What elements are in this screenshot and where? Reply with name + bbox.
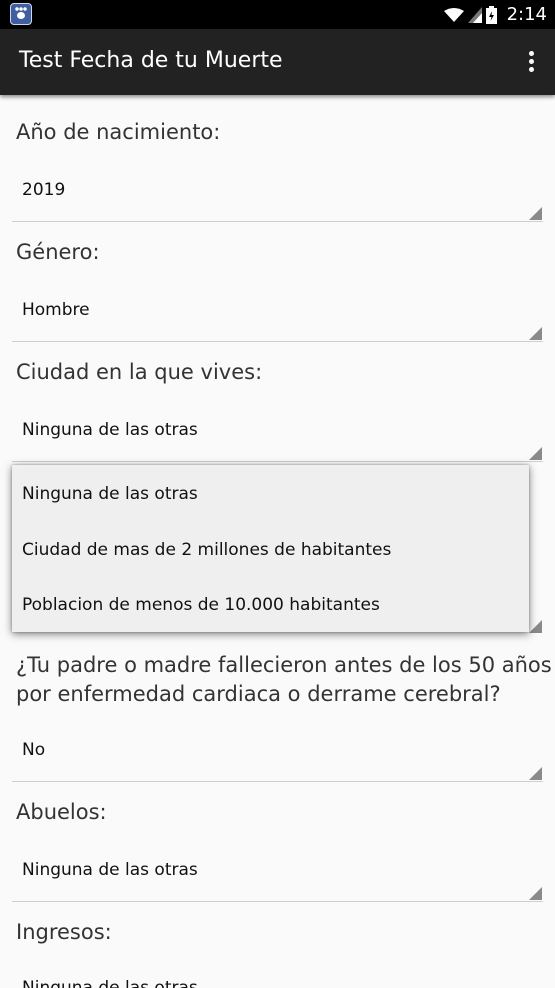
spinner-grandparents[interactable]: Ninguna de las otras — [12, 840, 543, 902]
status-bar: 2:14 — [0, 0, 555, 29]
label-birth-year: Año de nacimiento: — [16, 120, 221, 144]
dropdown-option[interactable]: Ciudad de mas de 2 millones de habitante… — [22, 540, 391, 560]
spinner-parents-value: No — [22, 740, 46, 760]
wifi-icon — [443, 7, 464, 22]
overflow-menu-icon[interactable] — [529, 51, 535, 73]
spinner-birth-year[interactable]: 2019 — [12, 160, 543, 222]
city-dropdown-popup: Ninguna de las otras Ciudad de mas de 2 … — [12, 465, 529, 632]
label-gender: Género: — [16, 240, 100, 264]
app-title: Test Fecha de tu Muerte — [19, 48, 283, 73]
spinner-arrow-icon — [529, 327, 542, 340]
label-income: Ingresos: — [16, 920, 112, 944]
app-notification-icon — [10, 3, 32, 25]
spinner-gender[interactable]: Hombre — [12, 280, 543, 342]
app-bar: Test Fecha de tu Muerte — [0, 29, 555, 95]
spinner-arrow-icon — [529, 207, 542, 220]
spinner-arrow-icon — [529, 447, 542, 460]
spinner-grandparents-value: Ninguna de las otras — [22, 860, 198, 880]
spinner-birth-year-value: 2019 — [22, 180, 66, 200]
spinner-arrow-icon — [529, 620, 542, 633]
spinner-city[interactable]: Ninguna de las otras — [12, 400, 543, 462]
spinner-income-value: Ninguna de las otras — [22, 978, 198, 988]
dropdown-option[interactable]: Ninguna de las otras — [22, 484, 198, 504]
spinner-income[interactable]: Ninguna de las otras — [12, 958, 543, 988]
spinner-parents[interactable]: No — [12, 720, 543, 782]
signal-icon — [467, 6, 482, 23]
dropdown-option[interactable]: Poblacion de menos de 10.000 habitantes — [22, 595, 380, 615]
label-parents-question-line2: por enfermedad cardiaca o derrame cerebr… — [16, 682, 501, 706]
battery-icon — [485, 5, 497, 24]
spinner-arrow-icon — [529, 887, 542, 900]
status-icons: 2:14 — [443, 0, 547, 29]
label-parents-question-line1: ¿Tu padre o madre fallecieron antes de l… — [16, 653, 552, 677]
spinner-arrow-icon — [529, 767, 542, 780]
label-grandparents: Abuelos: — [16, 800, 107, 824]
label-city: Ciudad en la que vives: — [16, 360, 263, 384]
status-clock: 2:14 — [506, 4, 547, 25]
spinner-gender-value: Hombre — [22, 300, 90, 320]
spinner-city-value: Ninguna de las otras — [22, 420, 198, 440]
